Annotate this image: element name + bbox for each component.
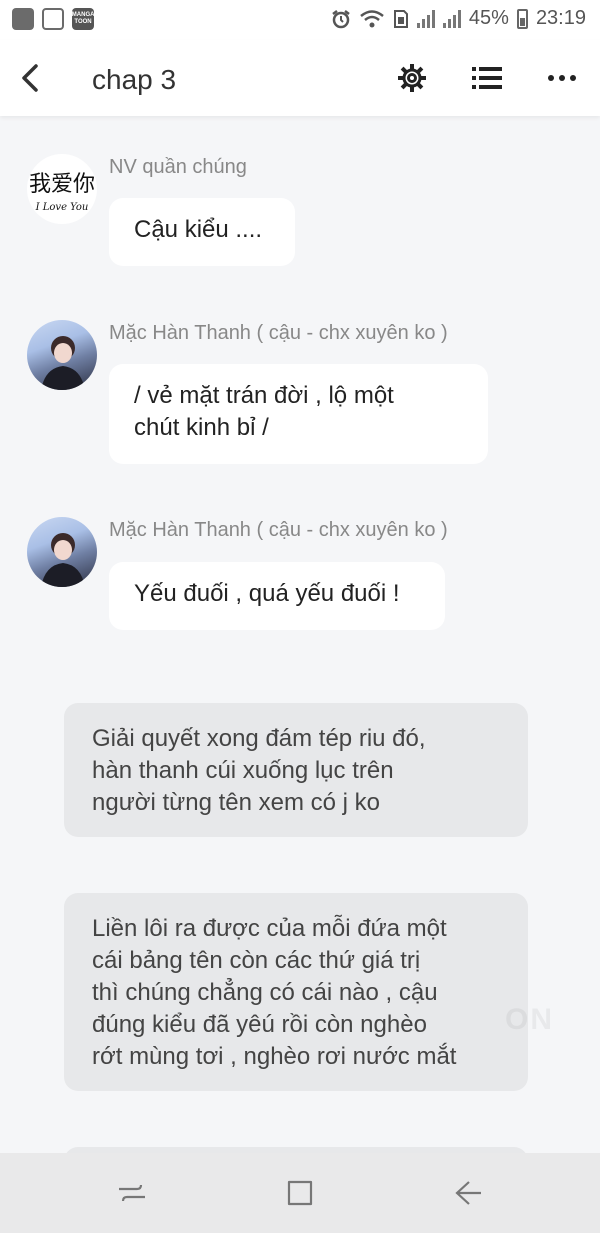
- app-notification-icon: [12, 8, 34, 30]
- home-button[interactable]: [280, 1173, 320, 1213]
- avatar-caption: I Love You: [35, 201, 89, 213]
- list-icon: [472, 67, 502, 89]
- recent-apps-icon: [119, 1184, 145, 1202]
- sim-icon: [393, 9, 408, 28]
- character-portrait-icon: [41, 336, 85, 390]
- avatar[interactable]: [27, 517, 97, 587]
- gear-icon: [398, 64, 426, 92]
- narration-line: Liền lôi ra được của mỗi đứa một: [92, 915, 447, 942]
- message-text: Yếu đuối , quá yếu đuối !: [134, 580, 400, 607]
- watermark: ON: [505, 1003, 554, 1036]
- nav-back-icon: [455, 1181, 481, 1205]
- narration-line: cái bảng tên còn các thứ giá trị: [92, 947, 421, 974]
- nav-back-button[interactable]: [448, 1173, 488, 1213]
- chapter-list-button[interactable]: [469, 60, 505, 96]
- more-button[interactable]: [544, 60, 580, 96]
- signal-1-icon: [416, 9, 435, 28]
- system-status: 45% 23:19: [331, 7, 586, 30]
- avatar[interactable]: [27, 320, 97, 390]
- sender-name: Mặc Hàn Thanh ( cậu - chx xuyên ko ): [109, 322, 448, 344]
- sender-name: Mặc Hàn Thanh ( cậu - chx xuyên ko ): [109, 519, 448, 541]
- narration-line: rớt mùng tơi , nghèo rơi nước mắt: [92, 1043, 457, 1070]
- narration-line: Giải quyết xong đám tép riu đó,: [92, 725, 426, 752]
- home-icon: [287, 1180, 313, 1206]
- mangatoon-notification-icon: MANGA TOON: [72, 8, 94, 30]
- narration-line: thì chúng chẳng có cái nào , cậu: [92, 979, 438, 1006]
- back-arrow-icon: [22, 64, 38, 92]
- battery-percent: 45%: [468, 7, 509, 29]
- status-bar: MANGA TOON 45% 23:19: [0, 0, 600, 40]
- message-text-line: chút kinh bỉ /: [134, 414, 269, 441]
- settings-button[interactable]: [394, 60, 430, 96]
- signal-2-icon: [442, 9, 461, 28]
- narration-line: hàn thanh cúi xuống lục trên: [92, 757, 394, 784]
- character-portrait-icon: [41, 533, 85, 587]
- notification-icons: MANGA TOON: [12, 8, 94, 30]
- chat-bubble: / vẻ mặt trán đời , lộ một chút kinh bỉ …: [109, 364, 488, 464]
- narration-line: người từng tên xem có j ko: [92, 789, 380, 816]
- alarm-icon: [332, 9, 350, 28]
- battery-icon: [516, 8, 528, 29]
- chat-bubble: Yếu đuối , quá yếu đuối !: [109, 562, 445, 630]
- sender-name: NV quần chúng: [109, 156, 247, 178]
- back-button[interactable]: [14, 60, 44, 96]
- clock: 23:19: [535, 7, 586, 29]
- narration-box: Giải quyết xong đám tép riu đó, hàn than…: [64, 703, 528, 837]
- recent-apps-button[interactable]: [112, 1173, 152, 1213]
- avatar[interactable]: 我爱你 I Love You: [27, 154, 97, 224]
- chat-bubble: Cậu kiểu ....: [109, 198, 295, 266]
- narration-line: đúng kiểu đã yêú rồi còn nghèo: [92, 1011, 427, 1038]
- app-header: chap 3: [0, 40, 600, 116]
- message-text-line: / vẻ mặt trán đời , lộ một: [134, 382, 394, 409]
- avatar-calligraphy: 我爱你: [28, 171, 95, 197]
- system-nav-bar: [0, 1153, 600, 1233]
- wifi-icon: [360, 9, 384, 27]
- more-dots-icon: [548, 75, 576, 81]
- image-notification-icon: [42, 8, 64, 30]
- narration-box: Liền lôi ra được của mỗi đứa một cái bản…: [64, 893, 528, 1091]
- page-title: chap 3: [92, 64, 177, 95]
- message-text: Cậu kiểu ....: [134, 216, 263, 243]
